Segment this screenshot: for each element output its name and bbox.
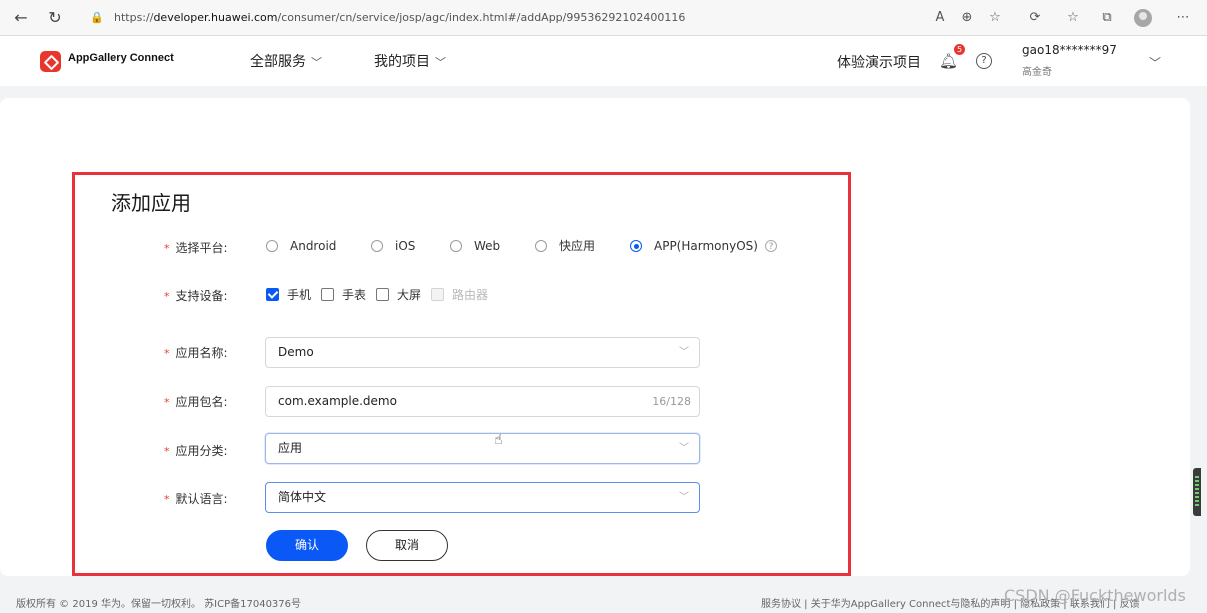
chevron-down-icon: ﹀ [311,56,322,69]
required-mark: * [164,242,170,255]
back-arrow-icon[interactable]: ← [12,9,30,27]
url-path: /consumer/cn/service/josp/agc/index.html… [277,11,686,24]
radio-button[interactable] [371,240,383,252]
radio-button[interactable] [450,240,462,252]
required-mark: * [164,396,170,409]
refresh-icon[interactable]: ↻ [46,9,64,27]
chevron-down-icon: ﹀ [679,492,689,503]
demo-project-link[interactable]: 体验演示项目 [837,52,921,72]
address-bar[interactable]: 🔒 https://developer.huawei.com/consumer/… [86,6,1016,30]
language-select[interactable]: 简体中文 ﹀ [265,482,700,513]
required-mark: * [164,493,170,506]
chevron-down-icon: ﹀ [679,347,689,358]
platform-label: * 选择平台: [164,241,228,255]
appgallery-logo-icon[interactable] [40,51,61,72]
app-header: AppGallery Connect 全部服务 ﹀ 我的项目 ﹀ 体验演示项目 🔔︎… [0,36,1207,86]
cancel-button[interactable]: 取消 [366,530,448,561]
read-aloud-icon[interactable]: A [931,9,949,27]
menu-all-services[interactable]: 全部服务 ﹀ [250,51,322,71]
required-mark: * [164,290,170,303]
checkbox-checked[interactable] [266,288,279,301]
app-name-select[interactable]: Demo ﹀ [265,337,700,368]
checkbox[interactable] [321,288,334,301]
zoom-icon[interactable]: ⊕ [958,9,976,27]
favorite-star-icon[interactable]: ☆ [986,9,1004,27]
chevron-down-icon: ﹀ [435,56,446,69]
username[interactable]: gao18*******97 [1022,43,1117,57]
category-select[interactable]: 应用 ﹀ [265,433,700,464]
user-chevron-down-icon[interactable]: ﹀ [1149,54,1161,71]
favorites-list-icon[interactable]: ☆ [1064,9,1082,27]
checkbox[interactable] [376,288,389,301]
category-label: * 应用分类: [164,444,228,458]
side-panel-handle[interactable] [1193,468,1201,516]
help-icon[interactable]: ? [976,53,992,69]
watermark: CSDN @Fucktheworlds [1004,586,1186,605]
url-prefix: https:// [114,11,154,24]
browser-toolbar: ← ↻ 🔒 https://developer.huawei.com/consu… [0,0,1207,36]
char-counter: 16/128 [652,395,691,408]
package-name-label: * 应用包名: [164,395,228,409]
page-title: 添加应用 [111,191,191,215]
notification-badge: 5 [954,44,965,55]
checkbox-disabled [431,288,444,301]
user-realname: 高金奇 [1022,67,1052,78]
question-icon[interactable]: ? [765,240,777,252]
brand-name[interactable]: AppGallery Connect [68,52,174,64]
required-mark: * [164,347,170,360]
radio-button[interactable] [266,240,278,252]
footer-copyright: 版权所有 © 2019 华为。保留一切权利。 苏ICP备17040376号 [16,599,302,610]
required-mark: * [164,445,170,458]
lock-icon: 🔒 [90,11,104,24]
profile-avatar-icon[interactable] [1134,9,1152,27]
hand-cursor-icon: ☝ [494,432,503,448]
more-menu-icon[interactable]: ⋯ [1174,9,1192,27]
extensions-icon[interactable]: ⟳ [1026,9,1044,27]
radio-button[interactable] [535,240,547,252]
highlight-frame [72,172,851,576]
collections-icon[interactable]: ⧉ [1098,9,1116,27]
menu-my-projects[interactable]: 我的项目 ﹀ [374,51,446,71]
app-name-label: * 应用名称: [164,346,228,360]
chevron-down-icon: ﹀ [679,443,689,454]
radio-button-selected[interactable] [630,240,642,252]
url-host: developer.huawei.com [153,11,278,24]
devices-label: * 支持设备: [164,289,228,303]
confirm-button[interactable]: 确认 [266,530,348,561]
language-label: * 默认语言: [164,492,228,506]
package-name-input[interactable]: com.example.demo 16/128 [265,386,700,417]
bell-icon[interactable]: 🔔︎ [939,52,958,70]
